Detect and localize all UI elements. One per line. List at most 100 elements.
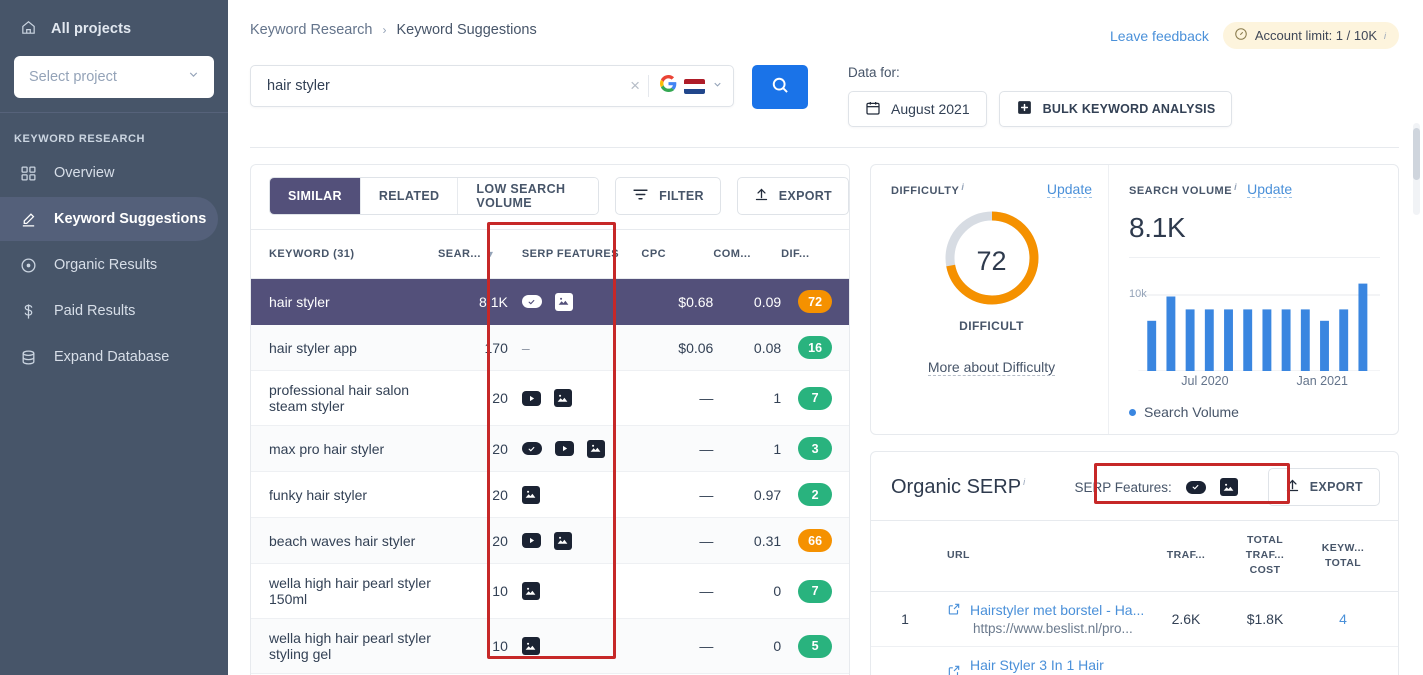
images-icon[interactable] (521, 485, 540, 504)
cell-url[interactable]: Hairstyler met borstel - Ha... https://ww… (939, 591, 1148, 647)
upload-icon (754, 187, 769, 205)
table-row[interactable]: wella high hair pearl styler 150ml 10 —0 7 (251, 563, 849, 619)
more-about-difficulty-link[interactable]: More about Difficulty (927, 359, 1056, 376)
cell-keyword[interactable]: professional hair salon steam styler (251, 370, 438, 426)
table-row[interactable]: funky hair styler 20 —0.97 2 (251, 471, 849, 518)
metrics-row: DIFFICULTY i Update 72 DIFFICULT More ab… (871, 165, 1398, 434)
project-select[interactable]: Select project (14, 56, 214, 98)
table-row[interactable]: beach waves hair styler 20 —0.31 66 (251, 517, 849, 564)
video-icon[interactable] (554, 441, 574, 456)
search-volume-update-link[interactable]: Update (1247, 181, 1293, 198)
cell-serp-features (507, 618, 642, 674)
cell-keyword[interactable]: funky hair styler (251, 471, 438, 518)
export-button[interactable]: EXPORT (736, 177, 849, 215)
featured-snippet-icon[interactable] (1185, 480, 1206, 494)
search-button[interactable] (752, 65, 808, 109)
cell-search-volume: 20 (438, 370, 508, 426)
keywords-total-link[interactable]: 4 (1339, 611, 1347, 627)
serp-url-title[interactable]: Hair Styler 3 In 1 Hair Dryer... (947, 657, 1148, 675)
tab-low-search-volume[interactable]: LOW SEARCH VOLUME (458, 178, 599, 214)
serp-export-button[interactable]: EXPORT (1267, 468, 1380, 506)
cell-traffic-cost: $1.8K (1224, 591, 1306, 647)
images-icon[interactable] (554, 292, 573, 311)
difficulty-label: DIFFICULT (959, 319, 1024, 333)
search-volume-value: 8.1K (1129, 212, 1186, 243)
featured-snippet-icon[interactable] (521, 295, 542, 308)
images-icon[interactable] (553, 389, 572, 407)
images-icon[interactable] (521, 637, 540, 655)
sidebar-item-keyword-suggestions[interactable]: Keyword Suggestions (0, 197, 218, 241)
images-icon[interactable] (521, 582, 540, 600)
search-volume-divider (1129, 257, 1380, 258)
images-icon[interactable] (553, 531, 572, 550)
video-icon[interactable] (521, 390, 541, 406)
cell-keyword[interactable]: wella high hair pearl styler styling gel (251, 618, 438, 674)
table-row[interactable]: hair styler app 170– $0.06 0.08 16 (251, 324, 849, 371)
engine-country-selector[interactable] (649, 75, 723, 97)
images-icon[interactable] (586, 439, 605, 458)
table-row[interactable]: professional hair salon steam styler 20 —1… (251, 370, 849, 426)
target-icon (18, 255, 38, 275)
table-row[interactable]: hair styler 8.1K $0.68 0.09 72 (251, 278, 849, 325)
info-icon[interactable]: i (961, 182, 964, 192)
cell-search-volume: 170 (438, 324, 508, 371)
cell-search-volume: 20 (438, 471, 508, 518)
cell-url[interactable]: Hair Styler 3 In 1 Hair Dryer...https://… (939, 646, 1148, 675)
video-icon[interactable] (521, 533, 541, 548)
top-line: Keyword Research › Keyword Suggestions L… (250, 0, 1399, 49)
pencil-icon (18, 209, 38, 229)
cell-difficulty: 5 (781, 618, 849, 674)
tab-similar[interactable]: SIMILAR (270, 178, 361, 214)
info-icon[interactable]: i (1384, 31, 1386, 41)
table-row[interactable]: 1 Hairstyler met borstel - Ha... https://w… (871, 591, 1398, 647)
search-icon (770, 75, 790, 100)
leave-feedback-link[interactable]: Leave feedback (1110, 28, 1209, 44)
sidebar-item-paid-results[interactable]: Paid Results (0, 289, 218, 333)
filter-button[interactable]: FILTER (615, 177, 721, 215)
table-row[interactable]: max pro hair styler 20 —1 3 (251, 425, 849, 472)
cell-keyword[interactable]: hair styler (251, 278, 438, 325)
search-input[interactable] (267, 78, 623, 94)
difficulty-badge: 72 (798, 290, 833, 313)
table-row[interactable]: 2Hair Styler 3 In 1 Hair Dryer...https:/… (871, 646, 1398, 675)
serp-export-label: EXPORT (1309, 480, 1363, 494)
breadcrumb-current[interactable]: Keyword Suggestions (397, 22, 537, 38)
data-for-buttons: August 2021 BULK KEYWORD ANALYSIS (848, 91, 1233, 127)
date-picker-button[interactable]: August 2021 (848, 91, 987, 127)
info-icon[interactable]: i (1023, 477, 1025, 487)
top-right-actions: Leave feedback Account limit: 1 / 10K i (1110, 22, 1399, 49)
info-icon[interactable]: i (1234, 182, 1237, 192)
serp-scrollbar-thumb[interactable] (1413, 128, 1420, 180)
cell-keyword[interactable]: hair styler app (251, 324, 438, 371)
breadcrumb-root[interactable]: Keyword Research (250, 22, 373, 38)
tab-related[interactable]: RELATED (360, 178, 459, 214)
difficulty-update-link[interactable]: Update (1046, 181, 1092, 198)
organic-serp-table-body: 1 Hairstyler met borstel - Ha... https://w… (871, 591, 1398, 675)
cell-keyword[interactable]: beach waves hair styler (251, 517, 438, 564)
col-search-volume[interactable]: SEAR... ▼ (438, 229, 508, 279)
organic-serp-title: Organic SERP i (891, 476, 1025, 499)
featured-snippet-icon[interactable] (521, 442, 542, 455)
sidebar-item-organic-results[interactable]: Organic Results (0, 243, 218, 287)
difficulty-title-text: DIFFICULTY (891, 185, 960, 198)
cell-keyword[interactable]: wella high hair pearl styler 150ml (251, 563, 438, 619)
sidebar-item-expand-database[interactable]: Expand Database (0, 335, 218, 379)
chevron-down-icon (712, 79, 723, 93)
sidebar-item-overview[interactable]: Overview (0, 151, 218, 195)
dollar-icon (18, 301, 38, 321)
chart-y-tick-label: 10k (1129, 288, 1147, 300)
account-limit-badge[interactable]: Account limit: 1 / 10K i (1222, 22, 1399, 49)
bulk-keyword-analysis-button[interactable]: BULK KEYWORD ANALYSIS (998, 91, 1233, 127)
cell-keyword[interactable]: max pro hair styler (251, 425, 438, 472)
sidebar-all-projects[interactable]: All projects (14, 14, 214, 44)
serp-url-title[interactable]: Hairstyler met borstel - Ha... (947, 602, 1148, 619)
serp-url-title-text: Hair Styler 3 In 1 Hair Dryer... (970, 656, 1104, 675)
search-volume-bars (1138, 283, 1380, 372)
table-row[interactable]: wella high hair pearl styler styling gel… (251, 618, 849, 674)
col-url: URL (939, 520, 1148, 592)
sidebar-all-projects-label: All projects (51, 21, 132, 37)
clear-icon[interactable]: × (622, 76, 648, 96)
cell-difficulty: 3 (781, 425, 849, 472)
images-icon[interactable] (1219, 478, 1238, 496)
upload-icon (1285, 478, 1300, 496)
